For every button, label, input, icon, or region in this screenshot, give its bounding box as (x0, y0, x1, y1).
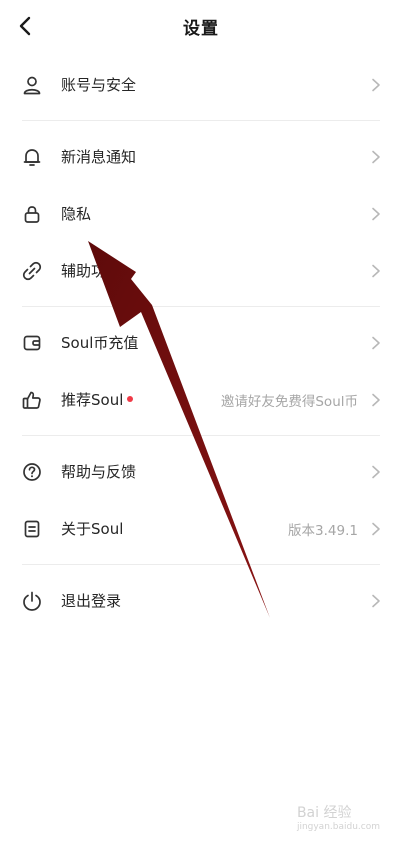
settings-list: 账号与安全 新消息通知 隐私 辅助功能 Soul币充值 推荐Soul 邀请好友免… (0, 56, 402, 629)
document-icon (21, 518, 43, 540)
chevron-right-icon (370, 464, 382, 480)
page-title: 设置 (183, 19, 219, 39)
divider (22, 306, 380, 307)
watermark: Bai 经验 jingyan.baidu.com (297, 802, 380, 832)
watermark-sub: jingyan.baidu.com (296, 822, 380, 832)
header-bar: 设置 (0, 0, 402, 56)
settings-item-label: 退出登录 (61, 592, 122, 610)
chevron-right-icon (370, 521, 382, 537)
chevron-right-icon (370, 263, 382, 279)
chevron-right-icon (370, 77, 382, 93)
question-icon (21, 461, 43, 483)
invite-hint: 邀请好友免费得Soul币 (220, 393, 358, 410)
settings-item-notifications[interactable]: 新消息通知 (0, 128, 402, 185)
settings-item-soul-coin[interactable]: Soul币充值 (0, 314, 402, 371)
chevron-right-icon (370, 593, 382, 609)
chevron-right-icon (370, 392, 382, 408)
settings-item-recommend[interactable]: 推荐Soul 邀请好友免费得Soul币 (0, 371, 402, 428)
settings-item-label: 关于Soul (61, 520, 124, 538)
settings-item-logout[interactable]: 退出登录 (0, 572, 402, 629)
settings-item-privacy[interactable]: 隐私 (0, 185, 402, 242)
settings-item-label-wrap: 推荐Soul (61, 389, 134, 410)
version-text: 版本3.49.1 (288, 522, 358, 539)
settings-item-label: 新消息通知 (61, 148, 137, 166)
settings-item-accessibility[interactable]: 辅助功能 (0, 242, 402, 299)
settings-item-label: 辅助功能 (61, 262, 122, 280)
chevron-right-icon (370, 206, 382, 222)
settings-item-label: 帮助与反馈 (61, 463, 137, 481)
settings-item-about[interactable]: 关于Soul 版本3.49.1 (0, 500, 402, 557)
thumbs-up-icon (21, 389, 43, 411)
divider (22, 435, 380, 436)
watermark-text: Bai 经验 (296, 805, 352, 821)
settings-item-label: 推荐Soul (61, 391, 124, 409)
settings-item-account[interactable]: 账号与安全 (0, 56, 402, 113)
notification-dot (127, 395, 134, 402)
user-icon (21, 74, 43, 96)
divider (22, 120, 380, 121)
divider (22, 564, 380, 565)
chevron-right-icon (370, 335, 382, 351)
settings-item-help[interactable]: 帮助与反馈 (0, 443, 402, 500)
link-icon (21, 260, 43, 282)
lock-icon (21, 203, 43, 225)
chevron-right-icon (370, 149, 382, 165)
power-icon (21, 590, 43, 612)
wallet-icon (21, 332, 43, 354)
settings-item-label: 账号与安全 (61, 76, 137, 94)
settings-item-label: 隐私 (61, 205, 92, 223)
bell-icon (21, 146, 43, 168)
settings-item-label: Soul币充值 (61, 334, 139, 352)
